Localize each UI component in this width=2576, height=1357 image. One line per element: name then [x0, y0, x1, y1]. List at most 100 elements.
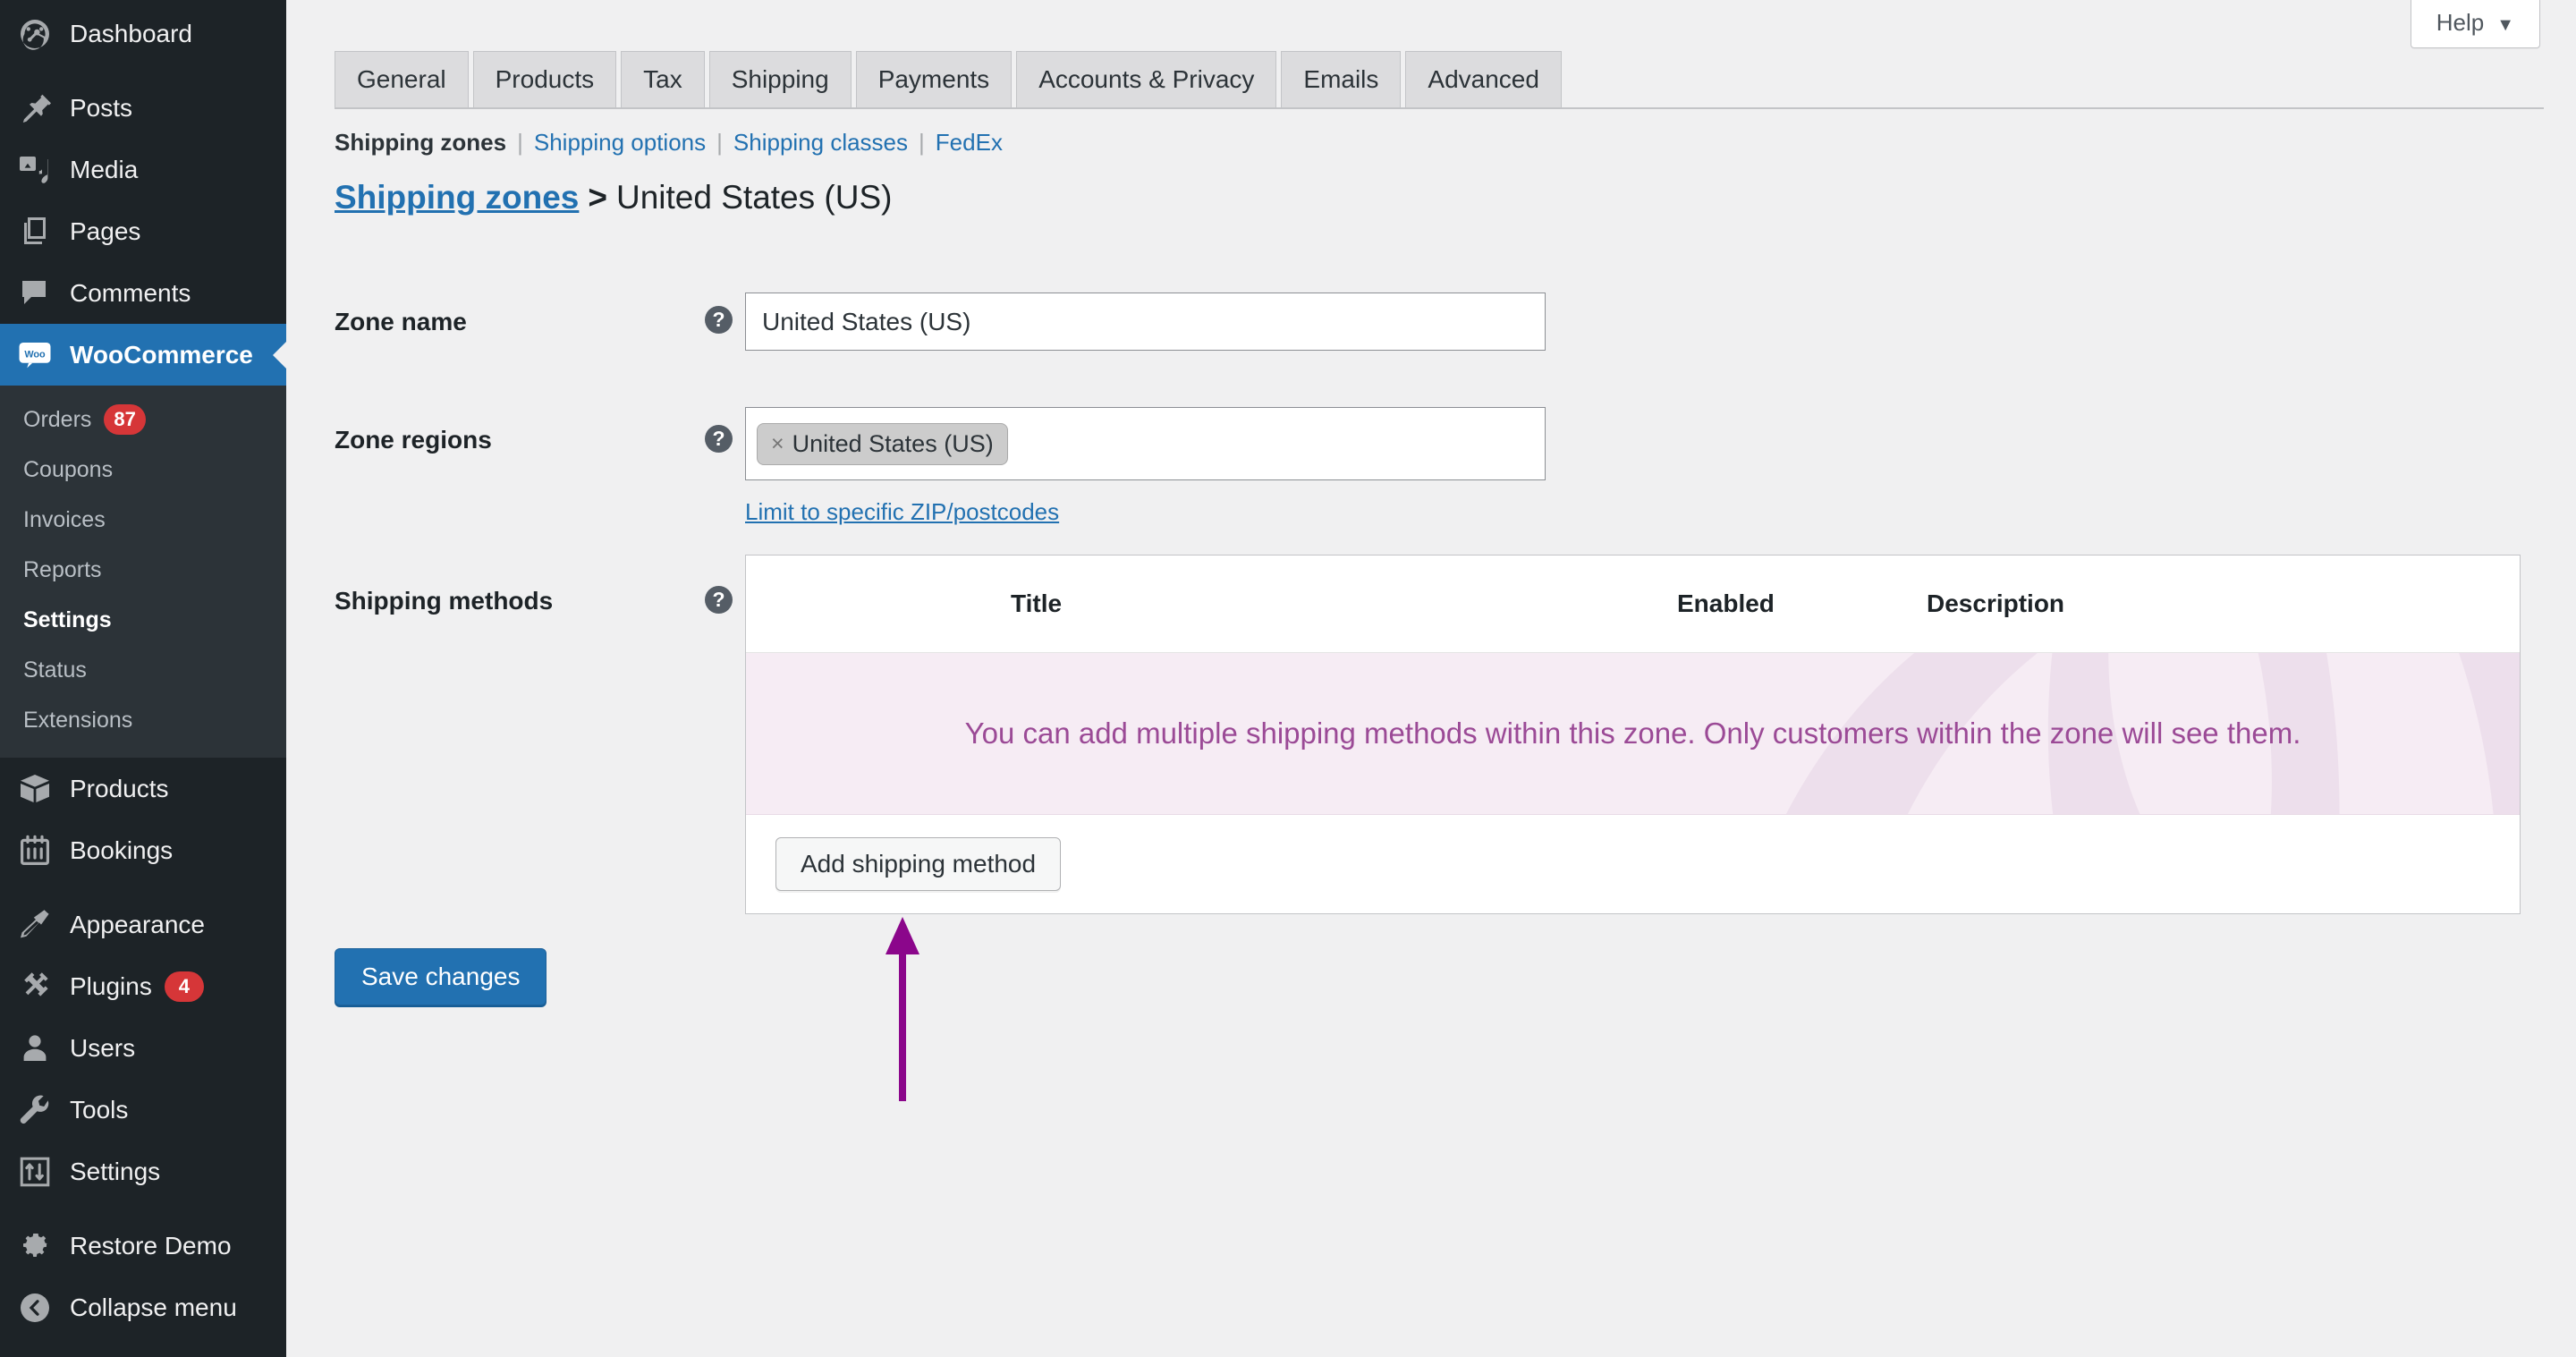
sidebar-item-plugins[interactable]: Plugins 4: [0, 955, 286, 1017]
tab-products[interactable]: Products: [472, 51, 617, 107]
column-header-title: Title: [1011, 589, 1063, 617]
sidebar-item-label: Comments: [70, 278, 191, 307]
sidebar-item-label: Appearance: [70, 910, 206, 938]
sidebar-item-dashboard[interactable]: Dashboard: [0, 3, 286, 64]
submenu-item-invoices[interactable]: Invoices: [0, 495, 286, 545]
column-header-enabled: Enabled: [1677, 589, 1775, 617]
sidebar-item-label: Settings: [70, 1157, 161, 1185]
tab-label: Tax: [643, 65, 682, 93]
region-chip[interactable]: × United States (US): [757, 422, 1008, 465]
remove-region-icon[interactable]: ×: [771, 431, 784, 457]
tab-label: Advanced: [1428, 65, 1539, 93]
shipping-methods-table-header: Title Enabled Description: [746, 556, 2520, 653]
sidebar-item-label: Media: [70, 155, 139, 183]
sidebar-item-posts[interactable]: Posts: [0, 77, 286, 139]
help-dropdown-button[interactable]: Help ▼: [2410, 0, 2540, 48]
tab-advanced[interactable]: Advanced: [1405, 51, 1562, 107]
empty-state-message: You can add multiple shipping methods wi…: [964, 717, 2301, 750]
tab-general[interactable]: General: [335, 51, 469, 107]
sidebar-item-settings[interactable]: Settings: [0, 1141, 286, 1202]
main-content: Help ▼ General Products Tax Shipping Paym…: [286, 0, 2576, 1357]
subnav-separator: |: [919, 129, 925, 156]
sidebar-item-woocommerce[interactable]: Woo WooCommerce: [0, 324, 286, 386]
tab-label: General: [357, 65, 446, 93]
submenu-item-reports[interactable]: Reports: [0, 545, 286, 595]
region-chip-label: United States (US): [792, 429, 994, 457]
submenu-item-status[interactable]: Status: [0, 645, 286, 695]
svg-text:Woo: Woo: [24, 349, 46, 360]
screen: Dashboard Posts Media Pages Comments Woo…: [0, 0, 2576, 1357]
tab-emails[interactable]: Emails: [1281, 51, 1402, 107]
sidebar-item-tools[interactable]: Tools: [0, 1079, 286, 1141]
limit-zip-postcodes-link[interactable]: Limit to specific ZIP/postcodes: [745, 498, 1059, 526]
submenu-item-coupons[interactable]: Coupons: [0, 445, 286, 495]
sidebar-item-label: Bookings: [70, 835, 174, 864]
tab-label: Accounts & Privacy: [1038, 65, 1255, 93]
tab-tax[interactable]: Tax: [621, 51, 705, 107]
subnav-separator: |: [517, 129, 523, 156]
sidebar-item-bookings[interactable]: Bookings: [0, 819, 286, 881]
sidebar-item-label: Plugins: [70, 971, 152, 1000]
woo-icon: Woo: [13, 333, 57, 377]
sidebar-item-label: WooCommerce: [70, 340, 253, 369]
sidebar-item-label: Pages: [70, 216, 141, 245]
submenu-item-settings[interactable]: Settings: [0, 595, 286, 645]
user-icon: [13, 1026, 57, 1071]
zone-name-help-icon[interactable]: ?: [705, 306, 733, 334]
submenu-item-orders[interactable]: Orders 87: [0, 394, 286, 445]
zone-regions-input[interactable]: × United States (US): [745, 407, 1546, 480]
tab-label: Emails: [1303, 65, 1379, 93]
settings-tabs: General Products Tax Shipping Payments A…: [335, 51, 2544, 109]
plugins-count-badge: 4: [164, 971, 204, 1002]
breadcrumb: Shipping zones > United States (US): [335, 179, 892, 216]
column-header-description: Description: [1927, 589, 2065, 617]
shipping-methods-table-footer: Add shipping method: [746, 815, 2520, 913]
gear-icon: [13, 1224, 57, 1268]
save-changes-button[interactable]: Save changes: [335, 948, 547, 1005]
sidebar-item-label: Users: [70, 1033, 136, 1062]
shipping-methods-empty-row: You can add multiple shipping methods wi…: [746, 653, 2520, 815]
zone-name-label: Zone name: [335, 308, 467, 335]
tab-label: Payments: [877, 65, 990, 93]
sidebar-item-users[interactable]: Users: [0, 1017, 286, 1079]
subnav-link-shipping-options[interactable]: Shipping options: [534, 129, 706, 157]
zone-regions-help-icon[interactable]: ?: [705, 425, 733, 453]
submenu-item-extensions[interactable]: Extensions: [0, 695, 286, 745]
chevron-down-icon: ▼: [2496, 15, 2514, 35]
plug-icon: [13, 964, 57, 1009]
subnav-link-fedex[interactable]: FedEx: [936, 129, 1003, 157]
submenu-item-label: Extensions: [23, 708, 133, 733]
breadcrumb-link-shipping-zones[interactable]: Shipping zones: [335, 179, 579, 216]
zone-name-input[interactable]: United States (US): [745, 293, 1546, 351]
tab-payments[interactable]: Payments: [855, 51, 1013, 107]
subnav-link-shipping-classes[interactable]: Shipping classes: [733, 129, 908, 157]
sidebar-item-media[interactable]: Media: [0, 139, 286, 200]
orders-count-badge: 87: [104, 404, 146, 435]
sidebar-item-comments[interactable]: Comments: [0, 262, 286, 324]
shipping-subnav: Shipping zones | Shipping options | Ship…: [335, 129, 1003, 157]
wrench-icon: [13, 1088, 57, 1132]
sidebar-divider: [0, 881, 286, 894]
box-icon: [13, 767, 57, 811]
submenu-item-label: Status: [23, 657, 87, 683]
breadcrumb-separator: >: [588, 179, 607, 216]
add-shipping-method-button[interactable]: Add shipping method: [775, 837, 1062, 891]
sidebar-item-products[interactable]: Products: [0, 758, 286, 819]
sidebar-item-pages[interactable]: Pages: [0, 200, 286, 262]
sidebar-item-appearance[interactable]: Appearance: [0, 894, 286, 955]
sliders-icon: [13, 1149, 57, 1194]
sidebar-item-label: Posts: [70, 93, 133, 122]
shipping-methods-help-icon[interactable]: ?: [705, 586, 733, 614]
admin-sidebar: Dashboard Posts Media Pages Comments Woo…: [0, 0, 286, 1357]
dashboard-icon: [13, 12, 57, 56]
media-icon: [13, 148, 57, 192]
zone-name-value: United States (US): [762, 307, 971, 335]
sidebar-item-collapse-menu[interactable]: Collapse menu: [0, 1276, 286, 1338]
breadcrumb-current: United States (US): [616, 179, 893, 216]
help-label: Help: [2436, 9, 2485, 36]
tab-accounts-privacy[interactable]: Accounts & Privacy: [1016, 51, 1277, 107]
sidebar-item-restore-demo[interactable]: Restore Demo: [0, 1215, 286, 1276]
subnav-current: Shipping zones: [335, 129, 507, 156]
pin-icon: [13, 86, 57, 131]
tab-shipping[interactable]: Shipping: [708, 51, 852, 107]
